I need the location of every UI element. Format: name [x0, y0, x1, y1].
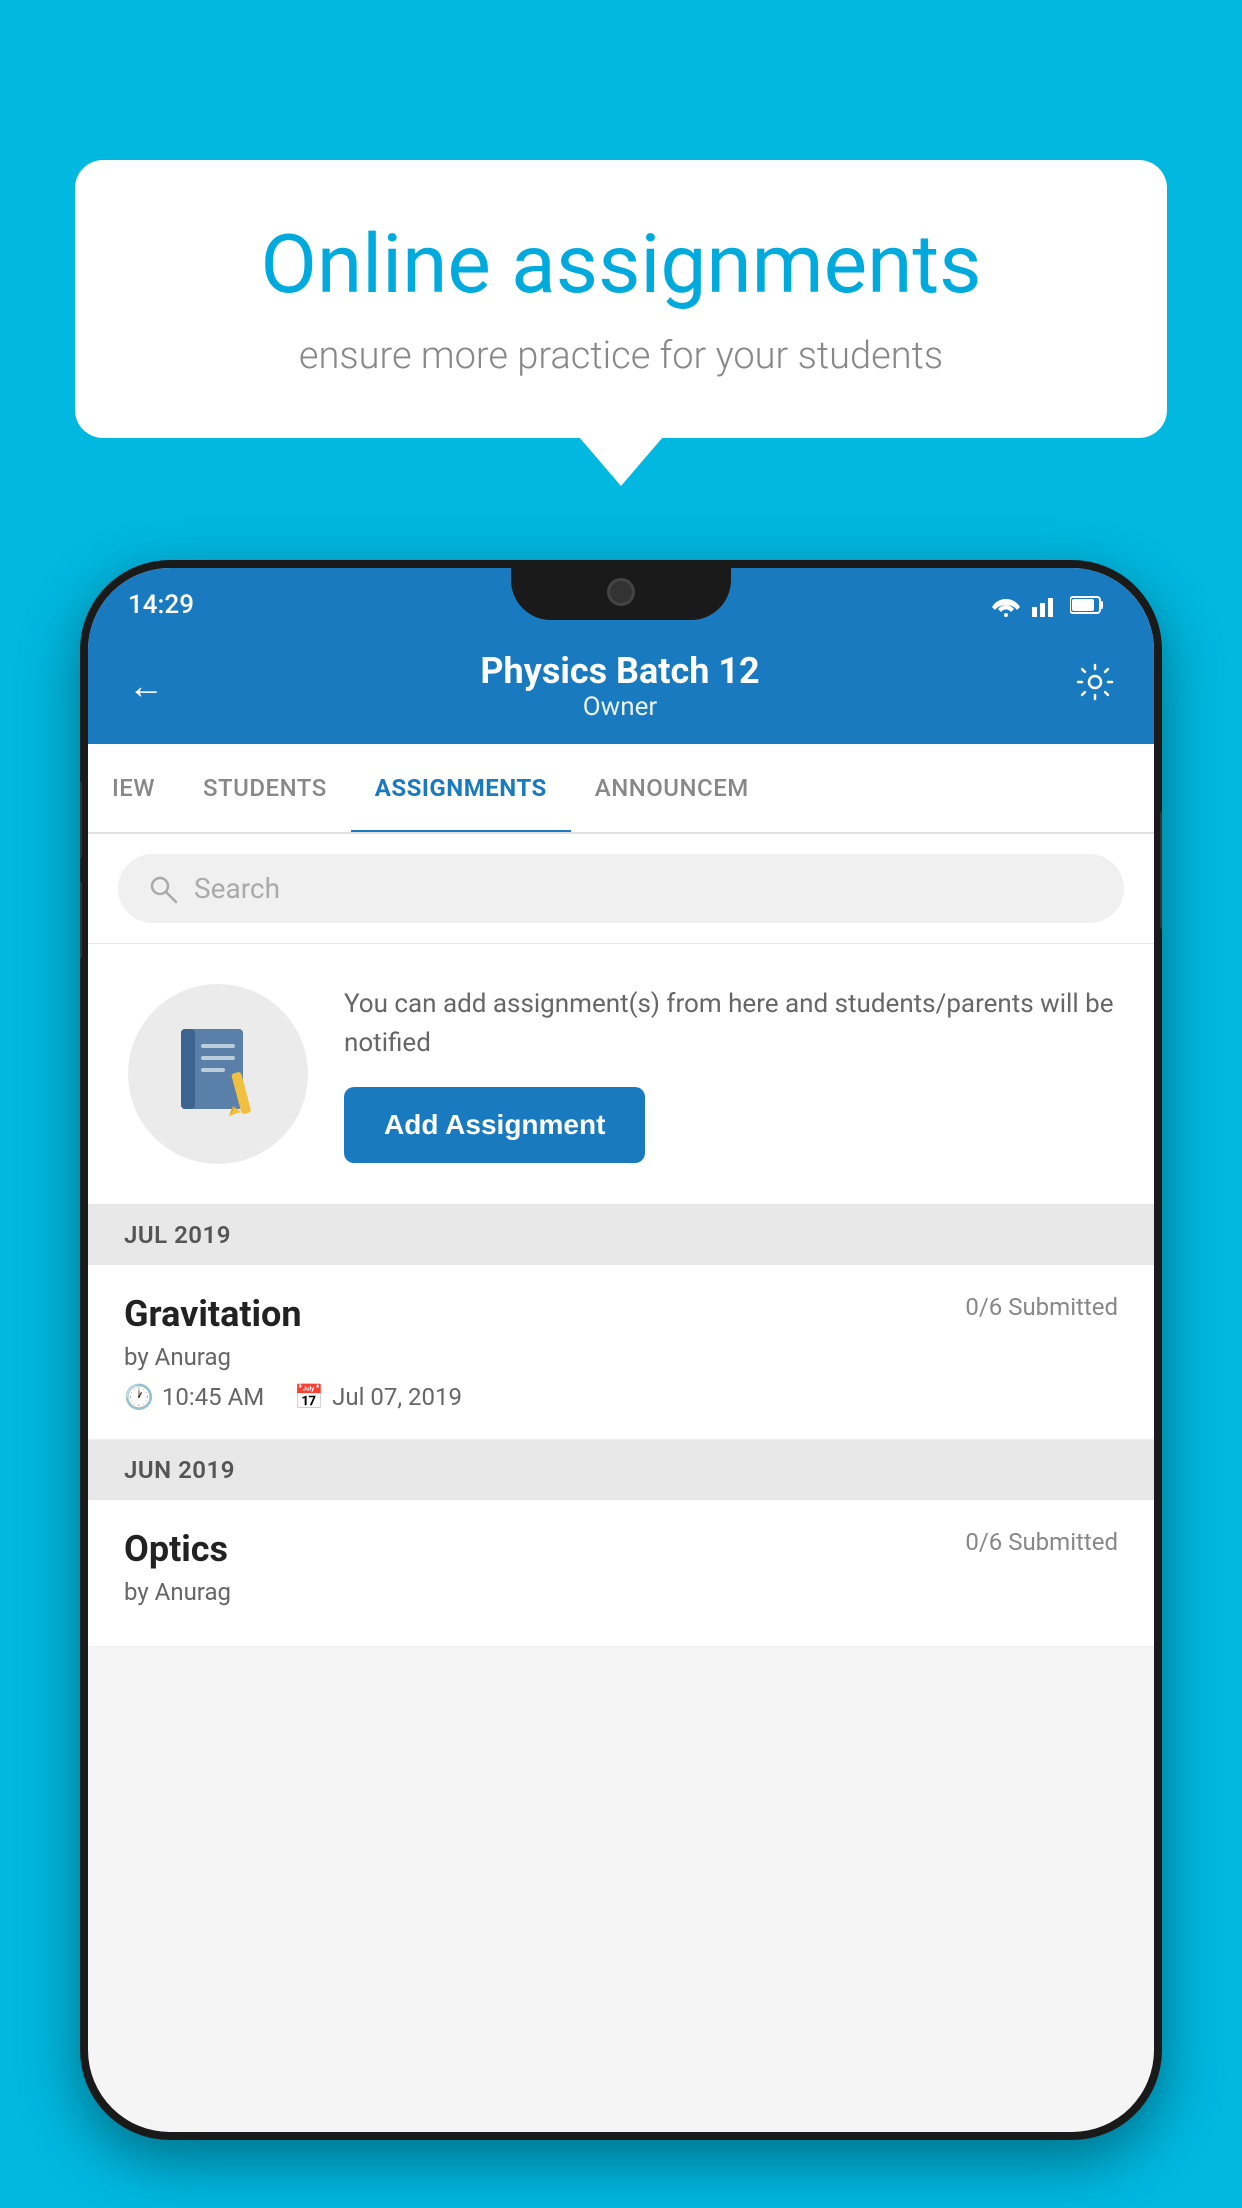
search-box[interactable]: Search [118, 854, 1124, 923]
add-assignment-button[interactable]: Add Assignment [344, 1087, 645, 1163]
search-icon [148, 874, 178, 904]
assignment-meta: 🕐 10:45 AM 📅 Jul 07, 2019 [124, 1383, 1118, 1411]
assignment-item-gravitation[interactable]: Gravitation 0/6 Submitted by Anurag 🕐 10… [88, 1265, 1154, 1440]
tab-students[interactable]: STUDENTS [179, 744, 351, 832]
assignment-name-optics: Optics [124, 1528, 228, 1570]
speech-bubble-title: Online assignments [145, 220, 1097, 310]
app-header: ← Physics Batch 12 Owner [88, 632, 1154, 744]
assignment-author-optics: by Anurag [124, 1578, 1118, 1606]
power-button[interactable] [1160, 810, 1162, 930]
add-assignment-description: You can add assignment(s) from here and … [344, 985, 1114, 1063]
assignment-submitted-optics: 0/6 Submitted [965, 1528, 1118, 1556]
status-icons [990, 593, 1104, 617]
section-header-jun: JUN 2019 [88, 1440, 1154, 1500]
volume-down-button[interactable] [80, 880, 82, 960]
assignment-name: Gravitation [124, 1293, 302, 1335]
assignment-author: by Anurag [124, 1343, 1118, 1371]
phone-notch [511, 560, 731, 620]
calendar-icon: 📅 [294, 1383, 324, 1411]
wifi-icon [990, 593, 1022, 617]
section-header-jul: JUL 2019 [88, 1205, 1154, 1265]
settings-button[interactable] [1076, 663, 1114, 710]
status-time: 14:29 [128, 590, 194, 620]
speech-bubble-subtitle: ensure more practice for your students [145, 334, 1097, 378]
signal-icon [1032, 593, 1060, 617]
header-title-area: Physics Batch 12 Owner [480, 650, 759, 722]
add-assignment-card: You can add assignment(s) from here and … [88, 944, 1154, 1205]
search-container: Search [88, 834, 1154, 944]
assignment-date: 📅 Jul 07, 2019 [294, 1383, 462, 1411]
assignment-time: 🕐 10:45 AM [124, 1383, 264, 1411]
assignment-item-optics[interactable]: Optics 0/6 Submitted by Anurag [88, 1500, 1154, 1647]
notebook-icon [173, 1024, 263, 1124]
assignment-item-header-optics: Optics 0/6 Submitted [124, 1528, 1118, 1570]
tab-assignments[interactable]: ASSIGNMENTS [351, 744, 571, 832]
assignment-icon-circle [128, 984, 308, 1164]
phone-screen: 14:29 [88, 568, 1154, 2132]
header-title: Physics Batch 12 [480, 650, 759, 692]
assignment-item-header: Gravitation 0/6 Submitted [124, 1293, 1118, 1335]
battery-icon [1070, 595, 1104, 615]
phone-frame: 14:29 [80, 560, 1162, 2140]
tabs-bar: IEW STUDENTS ASSIGNMENTS ANNOUNCEM [88, 744, 1154, 834]
front-camera [607, 578, 635, 606]
back-button[interactable]: ← [128, 665, 164, 707]
add-assignment-content: You can add assignment(s) from here and … [344, 985, 1114, 1163]
assignment-submitted: 0/6 Submitted [965, 1293, 1118, 1321]
tab-announcements[interactable]: ANNOUNCEM [571, 744, 773, 832]
search-placeholder: Search [194, 872, 280, 905]
volume-up-button[interactable] [80, 780, 82, 860]
header-subtitle: Owner [480, 692, 759, 722]
clock-icon: 🕐 [124, 1383, 154, 1411]
speech-bubble-container: Online assignments ensure more practice … [75, 160, 1167, 438]
speech-bubble: Online assignments ensure more practice … [75, 160, 1167, 438]
tab-iew[interactable]: IEW [88, 744, 179, 832]
